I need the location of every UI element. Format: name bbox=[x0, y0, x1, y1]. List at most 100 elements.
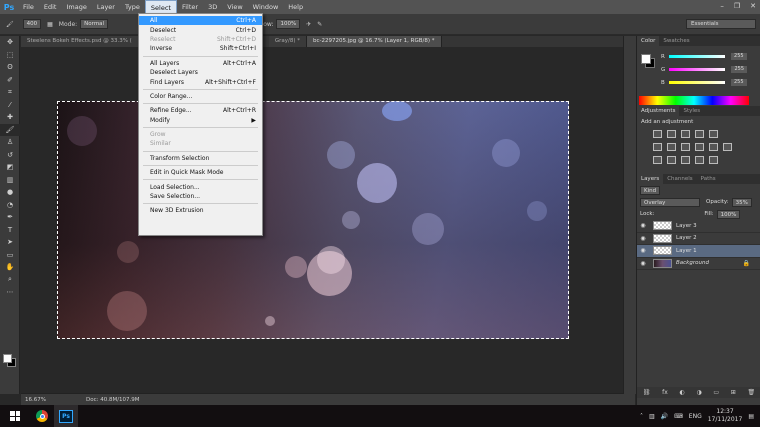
fill-input[interactable]: 100% bbox=[716, 209, 741, 219]
select-menu-item-new-3d-extrusion[interactable]: New 3D Extrusion bbox=[139, 206, 262, 215]
hand-tool-icon[interactable]: ✋ bbox=[0, 261, 20, 274]
menu-file[interactable]: File bbox=[18, 0, 39, 14]
tab-layers[interactable]: Layers bbox=[637, 174, 664, 184]
new-adjustment-icon[interactable]: ◑ bbox=[696, 389, 701, 396]
select-menu-item-refine-edge[interactable]: Refine Edge... Alt+Ctrl+R bbox=[139, 106, 262, 115]
new-layer-icon[interactable]: ⊞ bbox=[731, 389, 736, 396]
flow-input[interactable]: 100% bbox=[276, 19, 301, 29]
restore-button[interactable]: ❐ bbox=[734, 2, 740, 10]
tab-paths[interactable]: Paths bbox=[697, 174, 720, 184]
visibility-eye-icon[interactable]: ◉ bbox=[637, 222, 649, 229]
brightness-contrast-icon[interactable] bbox=[653, 130, 662, 138]
channel-slider[interactable] bbox=[668, 55, 725, 58]
selective-color-icon[interactable] bbox=[709, 156, 718, 164]
chrome-taskbar-button[interactable] bbox=[30, 405, 54, 427]
visibility-eye-icon[interactable]: ◉ bbox=[637, 235, 649, 242]
path-select-tool-icon[interactable]: ➤ bbox=[0, 236, 20, 249]
layer-row-layer-1[interactable]: ◉ Layer 1 bbox=[637, 245, 760, 258]
layer-row-layer-3[interactable]: ◉ Layer 3 bbox=[637, 220, 760, 233]
select-menu-item-edit-in-quick-mask-mode[interactable]: Edit in Quick Mask Mode bbox=[139, 168, 262, 177]
black-white-icon[interactable] bbox=[681, 143, 690, 151]
link-layers-icon[interactable]: ⛓ bbox=[643, 389, 651, 396]
add-mask-icon[interactable]: ◐ bbox=[680, 389, 685, 396]
quick-select-tool-icon[interactable]: ✐ bbox=[0, 74, 20, 87]
move-tool-icon[interactable]: ✥ bbox=[0, 36, 20, 49]
channel-slider[interactable] bbox=[669, 68, 726, 71]
menu-select[interactable]: Select bbox=[144, 0, 177, 14]
tab-adjustments[interactable]: Adjustments bbox=[637, 106, 680, 116]
channel-slider[interactable] bbox=[668, 81, 725, 84]
threshold-icon[interactable] bbox=[681, 156, 690, 164]
select-menu-item-transform-selection[interactable]: Transform Selection bbox=[139, 154, 262, 163]
channel-value[interactable]: 255 bbox=[731, 66, 748, 73]
blend-mode-select[interactable]: Overlay bbox=[640, 197, 700, 207]
crop-tool-icon[interactable]: ⌗ bbox=[0, 86, 20, 99]
invert-icon[interactable] bbox=[653, 156, 662, 164]
network-icon[interactable]: ▥ bbox=[649, 413, 655, 420]
bokeh-image[interactable] bbox=[57, 101, 569, 339]
volume-icon[interactable]: 🔊 bbox=[661, 413, 668, 420]
menu-filter[interactable]: Filter bbox=[177, 0, 203, 14]
channel-value[interactable]: 255 bbox=[730, 53, 747, 60]
select-menu-item-all-layers[interactable]: All Layers Alt+Ctrl+A bbox=[139, 59, 262, 68]
color-lookup-icon[interactable] bbox=[723, 143, 732, 151]
dodge-tool-icon[interactable]: ◔ bbox=[0, 199, 20, 212]
brush-preset-picker[interactable]: 400 bbox=[20, 19, 42, 29]
layer-row-layer-2[interactable]: ◉ Layer 2 bbox=[637, 233, 760, 245]
visibility-eye-icon[interactable]: ◉ bbox=[637, 260, 649, 267]
marquee-tool-icon[interactable]: ⬚ bbox=[0, 49, 20, 62]
select-menu-item-load-selection[interactable]: Load Selection... bbox=[139, 182, 262, 191]
close-button[interactable]: ✕ bbox=[750, 2, 756, 10]
lasso-tool-icon[interactable]: ʘ bbox=[0, 61, 20, 74]
healing-tool-icon[interactable]: ✚ bbox=[0, 111, 20, 124]
shape-tool-icon[interactable]: ▭ bbox=[0, 249, 20, 262]
curves-icon[interactable] bbox=[681, 130, 690, 138]
language-indicator[interactable]: ENG bbox=[689, 413, 702, 420]
select-menu-item-modify[interactable]: Modify ▶ bbox=[139, 116, 262, 125]
visibility-eye-icon[interactable]: ◉ bbox=[637, 247, 649, 254]
type-tool-icon[interactable]: T bbox=[0, 224, 20, 237]
tab-swatches[interactable]: Swatches bbox=[659, 36, 693, 46]
airbrush-icon[interactable]: ✈ bbox=[306, 21, 311, 28]
exposure-icon[interactable] bbox=[695, 130, 704, 138]
menu-layer[interactable]: Layer bbox=[92, 0, 120, 14]
vibrance-icon[interactable] bbox=[709, 130, 718, 138]
clone-stamp-tool-icon[interactable]: ♙ bbox=[0, 136, 20, 149]
brush-tool-icon[interactable]: 🖌 bbox=[6, 21, 14, 28]
minimize-button[interactable]: – bbox=[720, 2, 724, 10]
menu-view[interactable]: View bbox=[222, 0, 247, 14]
menu-window[interactable]: Window bbox=[248, 0, 284, 14]
notifications-icon[interactable]: ▤ bbox=[748, 413, 754, 420]
color-spectrum[interactable] bbox=[639, 96, 749, 105]
history-brush-tool-icon[interactable]: ↺ bbox=[0, 149, 20, 162]
new-group-icon[interactable]: ▭ bbox=[713, 389, 719, 396]
eyedropper-tool-icon[interactable]: ⁄ bbox=[0, 99, 20, 112]
canvas-area[interactable] bbox=[21, 47, 635, 393]
select-menu-item-deselect[interactable]: Deselect Ctrl+D bbox=[139, 25, 262, 34]
tab-color[interactable]: Color bbox=[637, 36, 660, 46]
brush-tool-icon[interactable]: 🖌 bbox=[0, 123, 20, 136]
channel-mixer-icon[interactable] bbox=[709, 143, 718, 151]
edit-toolbar-icon[interactable]: ⋯ bbox=[0, 286, 20, 299]
start-button[interactable] bbox=[0, 405, 30, 427]
photoshop-taskbar-button[interactable]: Ps bbox=[54, 405, 78, 427]
select-menu-item-all[interactable]: All Ctrl+A bbox=[139, 16, 262, 26]
delete-layer-icon[interactable]: 🗑 bbox=[747, 389, 755, 396]
gradient-tool-icon[interactable]: ▥ bbox=[0, 174, 20, 187]
doc-tab-gray[interactable]: Gray/8) * bbox=[268, 36, 307, 47]
levels-icon[interactable] bbox=[667, 130, 676, 138]
filter-kind-select[interactable]: Kind bbox=[640, 185, 661, 195]
tab-channels[interactable]: Channels bbox=[663, 174, 696, 184]
pen-tool-icon[interactable]: ✒ bbox=[0, 211, 20, 224]
posterize-icon[interactable] bbox=[667, 156, 676, 164]
hue-saturation-icon[interactable] bbox=[653, 143, 662, 151]
menu-3d[interactable]: 3D bbox=[203, 0, 222, 14]
select-menu-item-find-layers[interactable]: Find Layers Alt+Shift+Ctrl+F bbox=[139, 77, 262, 86]
photo-filter-icon[interactable] bbox=[695, 143, 704, 151]
doc-tab-steelens[interactable]: Steelens Bokeh Effects.psd @ 33.3% ( bbox=[21, 36, 139, 47]
color-balance-icon[interactable] bbox=[667, 143, 676, 151]
blur-tool-icon[interactable]: ● bbox=[0, 186, 20, 199]
foreground-color-swatch[interactable] bbox=[3, 354, 12, 363]
tab-styles[interactable]: Styles bbox=[679, 106, 704, 116]
select-menu-item-color-range[interactable]: Color Range... bbox=[139, 92, 262, 101]
